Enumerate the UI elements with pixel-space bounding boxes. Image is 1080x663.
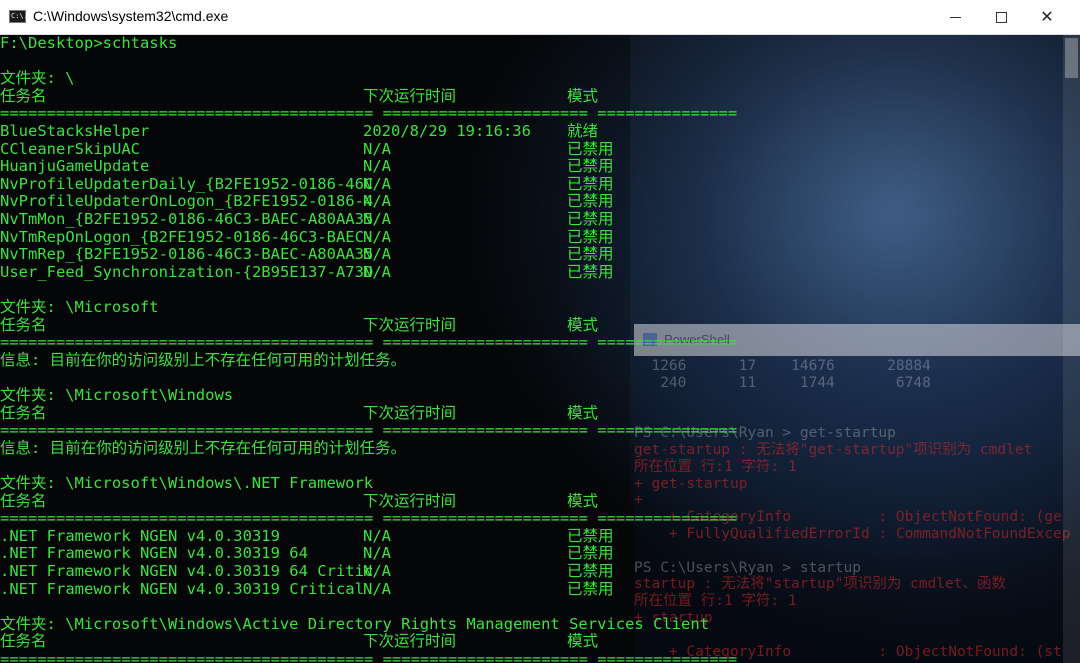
task-name: NvTmRepOnLogon_{B2FE1952-0186-46C3-BAEC- [0, 227, 374, 246]
column-header-next-run: 下次运行时间 [363, 315, 457, 334]
task-status: 已禁用 [567, 139, 614, 158]
powershell-line: 240 11 1744 6748 [634, 374, 931, 391]
task-name: CCleanerSkipUAC [0, 139, 140, 158]
command-prompt: F:\Desktop>schtasks [0, 35, 178, 52]
close-button[interactable]: ✕ [1024, 0, 1070, 34]
column-header-task-name: 任务名 [0, 403, 47, 422]
maximize-icon [995, 12, 1007, 23]
task-status: 就绪 [567, 122, 599, 140]
task-status: 已禁用 [567, 562, 614, 580]
maximize-button[interactable] [978, 0, 1024, 34]
task-next-run: N/A [363, 192, 391, 211]
column-header-task-name: 任务名 [0, 491, 47, 510]
window-title: C:\Windows\system32\cmd.exe [33, 8, 229, 24]
powershell-line: + FullyQualifiedErrorId : CommandNotFoun… [634, 526, 1071, 542]
task-status: 已禁用 [567, 245, 614, 264]
powershell-line: 所在位置 行:1 字符: 1 [634, 458, 797, 475]
cmd-app-icon[interactable]: C:\. [9, 10, 28, 23]
column-header-task-name: 任务名 [0, 86, 47, 105]
column-header-status: 模式 [567, 403, 599, 422]
task-name: HuanjuGameUpdate [0, 157, 150, 176]
cmd-window: C:\. C:\Windows\system32\cmd.exe ✕ Power… [0, 0, 1080, 663]
background-powershell-window: PowerShell 1266 17 14676 28884 240 11 17… [634, 324, 1080, 663]
task-status: 已禁用 [567, 579, 614, 598]
task-status: 已禁用 [567, 227, 614, 246]
task-name: NvTmRep_{B2FE1952-0186-46C3-BAEC-A80AA35 [0, 245, 374, 264]
minimize-button[interactable] [932, 0, 978, 34]
powershell-line: + [634, 492, 643, 509]
powershell-line: 1266 17 14676 28884 [634, 358, 931, 374]
task-next-run: N/A [363, 262, 391, 281]
header-separator: ========================================… [0, 333, 738, 352]
folder-label: 文件夹: \Microsoft\Windows [0, 386, 234, 404]
minimize-icon [949, 17, 961, 18]
folder-label: 文件夹: \Microsoft [0, 298, 159, 316]
header-separator: ========================================… [0, 650, 738, 663]
task-next-run: N/A [363, 139, 391, 158]
task-next-run: N/A [363, 526, 391, 545]
header-separator: ========================================… [0, 104, 738, 123]
task-status: 已禁用 [567, 210, 614, 228]
folder-label: 文件夹: \Microsoft\Windows\Active Directory… [0, 614, 710, 633]
console-area[interactable]: PowerShell 1266 17 14676 28884 240 11 17… [0, 35, 1080, 663]
task-next-run: N/A [363, 562, 391, 580]
task-name: BlueStacksHelper [0, 122, 150, 140]
task-status: 已禁用 [567, 192, 614, 211]
title-bar[interactable]: C:\. C:\Windows\system32\cmd.exe ✕ [0, 0, 1080, 35]
task-next-run: N/A [363, 227, 391, 246]
task-name: NvTmMon_{B2FE1952-0186-46C3-BAEC-A80AA35 [0, 210, 374, 228]
task-status: 已禁用 [567, 544, 614, 563]
column-header-next-run: 下次运行时间 [363, 86, 457, 105]
header-separator: ========================================… [0, 421, 738, 440]
column-header-status: 模式 [567, 632, 599, 651]
column-header-status: 模式 [567, 315, 599, 334]
task-next-run: 2020/8/29 19:16:36 [363, 122, 531, 140]
task-status: 已禁用 [567, 174, 614, 193]
info-message: 信息: 目前在你的访问级别上不存在任何可用的计划任务。 [0, 350, 407, 369]
powershell-line: 所在位置 行:1 字符: 1 [634, 593, 797, 610]
task-name: .NET Framework NGEN v4.0.30319 64 [0, 544, 308, 563]
column-header-task-name: 任务名 [0, 315, 47, 334]
task-name: User_Feed_Synchronization-{2B95E137-A73D [0, 262, 374, 281]
column-header-next-run: 下次运行时间 [363, 632, 457, 651]
powershell-line: PS C:\Users\Ryan > startup [634, 559, 861, 576]
task-next-run: N/A [363, 245, 391, 264]
column-header-next-run: 下次运行时间 [363, 491, 457, 510]
task-status: 已禁用 [567, 526, 614, 545]
task-status: 已禁用 [567, 262, 614, 281]
folder-label: 文件夹: \Microsoft\Windows\.NET Framework [0, 474, 374, 492]
task-name: .NET Framework NGEN v4.0.30319 [0, 526, 280, 545]
task-next-run: N/A [363, 174, 391, 193]
task-name: .NET Framework NGEN v4.0.30319 64 Critic [0, 562, 374, 580]
header-separator: ========================================… [0, 509, 738, 528]
scrollbar-thumb[interactable] [1065, 38, 1078, 78]
task-name: NvProfileUpdaterOnLogon_{B2FE1952-0186-4 [0, 192, 374, 211]
column-header-task-name: 任务名 [0, 632, 47, 651]
column-header-status: 模式 [567, 491, 599, 510]
info-message: 信息: 目前在你的访问级别上不存在任何可用的计划任务。 [0, 438, 407, 457]
column-header-status: 模式 [567, 86, 599, 105]
powershell-line: startup : 无法将"startup"项识别为 cmdlet、函数 [634, 576, 1006, 593]
task-status: 已禁用 [567, 157, 614, 176]
powershell-line: get-startup : 无法将"get-startup"项识别为 cmdle… [634, 442, 1033, 458]
task-next-run: N/A [363, 210, 391, 228]
task-next-run: N/A [363, 157, 391, 176]
column-header-next-run: 下次运行时间 [363, 403, 457, 422]
powershell-line: + get-startup [634, 475, 748, 492]
folder-label: 文件夹: \ [0, 69, 75, 88]
close-icon: ✕ [1040, 7, 1054, 26]
task-next-run: N/A [363, 579, 391, 598]
task-name: .NET Framework NGEN v4.0.30319 Critical [0, 579, 364, 598]
task-next-run: N/A [363, 544, 391, 563]
task-name: NvProfileUpdaterDaily_{B2FE1952-0186-46C [0, 174, 374, 193]
console-scrollbar[interactable] [1063, 35, 1080, 663]
